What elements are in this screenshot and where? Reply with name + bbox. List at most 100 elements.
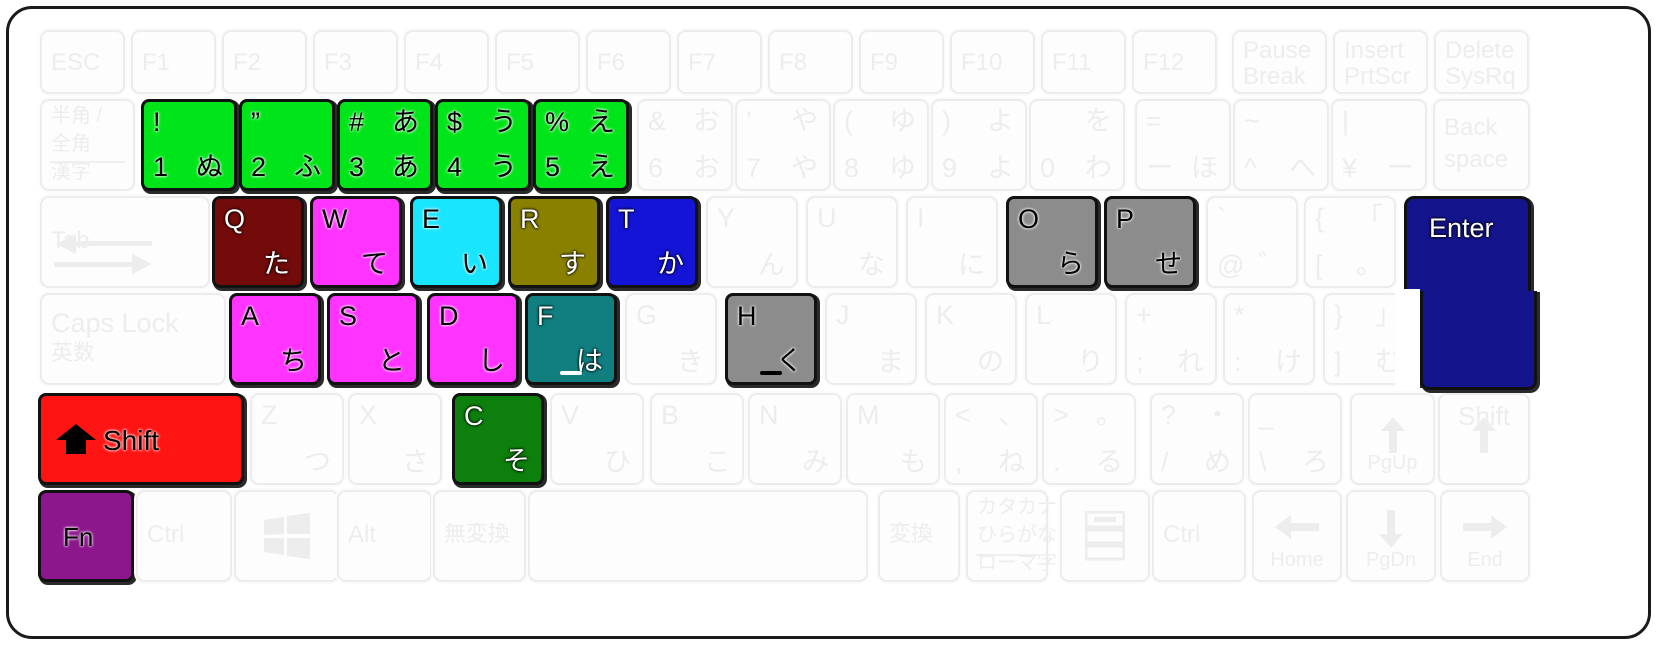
key-key-period[interactable]: > 。. る xyxy=(1042,393,1136,485)
key-key-h[interactable]: Hく xyxy=(725,293,817,385)
key-f2[interactable]: F2 xyxy=(222,30,307,94)
key-key-slash[interactable]: ? ・ / め xyxy=(1150,393,1244,485)
key-shift-right[interactable]: Shift xyxy=(1438,393,1530,485)
key-delete-sysrq[interactable]: Delete SysRq xyxy=(1434,30,1529,94)
key-katakana-hiragana-romaji[interactable]: カタカナ ひらがな ローマ字 xyxy=(966,490,1057,582)
key-legend-tl: J xyxy=(836,300,850,330)
enter-notch xyxy=(1395,289,1420,389)
key-alt-left[interactable]: Alt xyxy=(337,490,432,582)
key-fn[interactable]: Fn xyxy=(38,490,134,582)
key-legend-br: れ xyxy=(1177,347,1204,377)
key-muhenkan[interactable]: 無変換 xyxy=(433,490,526,582)
key-key-t[interactable]: Tか xyxy=(606,196,698,288)
key-digit-6[interactable]: & お 6 お xyxy=(637,99,733,191)
key-f9[interactable]: F9 xyxy=(859,30,944,94)
key-digit-4[interactable]: $ う 4 う xyxy=(435,99,531,191)
key-digit-7[interactable]: ’ や 7 や xyxy=(735,99,831,191)
key-key-m[interactable]: Mも xyxy=(846,393,940,485)
key-digit-5[interactable]: % え 5 え xyxy=(533,99,629,191)
key-pgdn[interactable]: PgDn xyxy=(1346,490,1436,582)
key-f7[interactable]: F7 xyxy=(677,30,762,94)
key-key-v[interactable]: Vひ xyxy=(550,393,644,485)
key-key-w[interactable]: Wて xyxy=(310,196,402,288)
key-digit-3[interactable]: # あ 3 あ xyxy=(337,99,433,191)
key-key-at[interactable]: ` @ ゛ xyxy=(1206,196,1298,288)
key-key-u[interactable]: Uな xyxy=(806,196,898,288)
key-caps-lock[interactable]: Caps Lock 英数 xyxy=(40,293,226,385)
key-label: SysRq xyxy=(1445,63,1516,90)
key-key-i[interactable]: Iに xyxy=(906,196,998,288)
key-f10[interactable]: F10 xyxy=(950,30,1035,94)
key-f4[interactable]: F4 xyxy=(404,30,489,94)
key-key-a[interactable]: Aち xyxy=(229,293,321,385)
key-key-z[interactable]: Zつ xyxy=(250,393,344,485)
arrow-up-icon xyxy=(1379,417,1407,453)
key-space[interactable] xyxy=(528,490,868,582)
key-label: Home xyxy=(1270,549,1324,571)
key-key-bracket-left[interactable]: {「 [。 xyxy=(1304,196,1396,288)
key-key-colon[interactable]: *: け xyxy=(1223,293,1315,385)
key-shift-left[interactable]: Shift xyxy=(38,393,244,485)
key-f12[interactable]: F12 xyxy=(1132,30,1217,94)
key-legend-bl: 7 xyxy=(746,153,762,183)
key-insert-prtscr[interactable]: Insert PrtScr xyxy=(1333,30,1428,94)
key-f6[interactable]: F6 xyxy=(586,30,671,94)
key-backspace[interactable]: Back space xyxy=(1433,99,1530,191)
enter-lower-segment[interactable] xyxy=(1420,291,1537,390)
key-label: F12 xyxy=(1143,49,1185,76)
key-key-k[interactable]: Kの xyxy=(925,293,1017,385)
key-key-f[interactable]: Fは xyxy=(525,293,617,385)
key-ctrl-left[interactable]: Ctrl xyxy=(136,490,232,582)
key-f1[interactable]: F1 xyxy=(131,30,216,94)
key-label: ひらがな xyxy=(977,524,1057,546)
key-henkan[interactable]: 変換 xyxy=(878,490,960,582)
key-legend-br: ほ xyxy=(1191,153,1218,183)
key-key-c[interactable]: Cそ xyxy=(452,393,544,485)
key-key-r[interactable]: Rす xyxy=(508,196,600,288)
key-key-q[interactable]: Qた xyxy=(212,196,304,288)
key-key-comma[interactable]: < 、, ね xyxy=(944,393,1038,485)
key-digit-9[interactable]: ) よ 9 よ xyxy=(931,99,1027,191)
key-legend-br: ぬ xyxy=(196,152,223,182)
key-f8[interactable]: F8 xyxy=(768,30,853,94)
key-key-n[interactable]: Nみ xyxy=(748,393,842,485)
key-hankaku-zenkaku-kanji[interactable]: 半角 / 全角 漢字 xyxy=(40,99,135,191)
key-ctrl-right[interactable]: Ctrl xyxy=(1152,490,1246,582)
key-key-g[interactable]: Gき xyxy=(625,293,717,385)
key-legend-tl: D xyxy=(439,301,459,331)
key-key-backslash[interactable]: _ \ ろ xyxy=(1248,393,1342,485)
key-digit-8[interactable]: (ゆ 8 ゆ xyxy=(833,99,929,191)
key-windows[interactable] xyxy=(234,490,339,582)
key-digit-2[interactable]: ” 2 ふ xyxy=(239,99,335,191)
key-key-b[interactable]: Bこ xyxy=(650,393,744,485)
key-legend-br: に xyxy=(958,250,985,280)
key-end[interactable]: End xyxy=(1440,490,1530,582)
key-digit-0[interactable]: を0わ xyxy=(1029,99,1125,191)
key-digit-1[interactable]: ! 1 ぬ xyxy=(141,99,237,191)
key-yen[interactable]: | ¥ ー xyxy=(1331,99,1427,191)
key-key-o[interactable]: Oら xyxy=(1006,196,1098,288)
key-esc[interactable]: ESC xyxy=(40,30,125,94)
key-f5[interactable]: F5 xyxy=(495,30,580,94)
key-f3[interactable]: F3 xyxy=(313,30,398,94)
key-pause-break[interactable]: Pause Break xyxy=(1232,30,1327,94)
key-key-j[interactable]: Jま xyxy=(825,293,917,385)
key-menu[interactable] xyxy=(1060,490,1150,582)
legend-divider xyxy=(50,161,125,163)
key-key-y[interactable]: Yん xyxy=(706,196,798,288)
key-key-p[interactable]: Pせ xyxy=(1104,196,1196,288)
key-key-semicolon[interactable]: +; れ xyxy=(1125,293,1217,385)
key-tab[interactable]: Tab xyxy=(40,196,210,288)
key-f11[interactable]: F11 xyxy=(1041,30,1126,94)
key-key-e[interactable]: Eい xyxy=(410,196,502,288)
key-legend-br: ま xyxy=(877,347,904,377)
key-home[interactable]: Home xyxy=(1252,490,1342,582)
key-key-d[interactable]: Dし xyxy=(427,293,519,385)
key-minus[interactable]: = ーほ xyxy=(1135,99,1231,191)
key-key-s[interactable]: Sと xyxy=(327,293,419,385)
key-caret[interactable]: ~ ^ へ xyxy=(1233,99,1329,191)
key-pgup[interactable]: PgUp xyxy=(1350,393,1435,485)
key-label: ESC xyxy=(51,49,101,76)
key-key-x[interactable]: Xさ xyxy=(348,393,442,485)
key-key-l[interactable]: Lり xyxy=(1025,293,1117,385)
